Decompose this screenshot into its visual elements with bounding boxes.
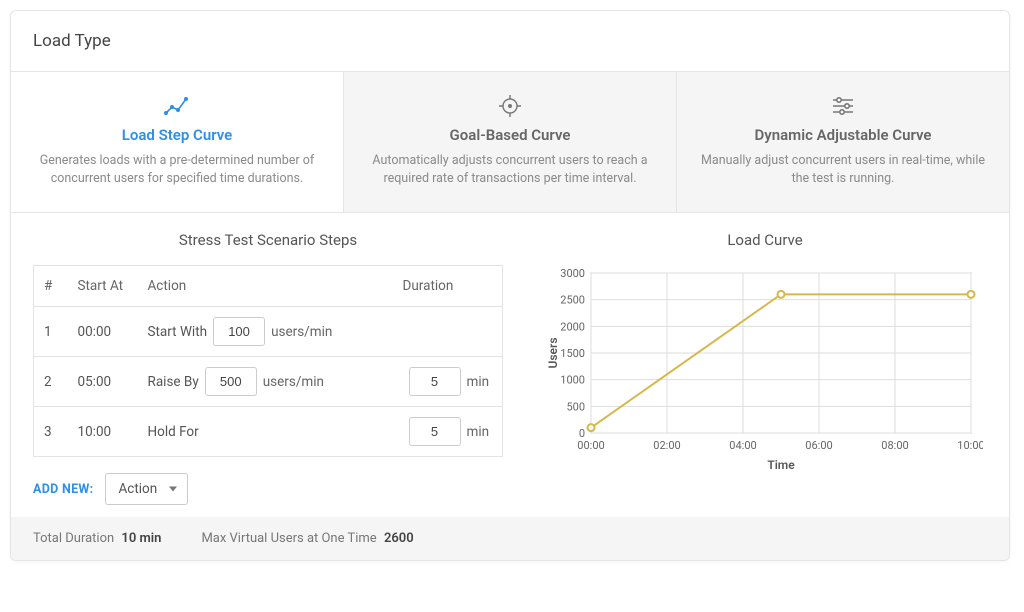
tab-dynamic[interactable]: Dynamic Adjustable Curve Manually adjust… xyxy=(677,72,1009,212)
cell-num: 1 xyxy=(34,307,68,357)
action-select-value: Action xyxy=(118,481,157,497)
steps-title: Stress Test Scenario Steps xyxy=(33,231,503,249)
chart-title: Load Curve xyxy=(543,231,987,249)
tab-title: Goal-Based Curve xyxy=(368,126,652,144)
cell-start-at: 00:00 xyxy=(68,307,138,357)
cell-start-at: 05:00 xyxy=(68,357,138,407)
tabs-row: Load Step Curve Generates loads with a p… xyxy=(11,72,1009,213)
tab-desc: Manually adjust concurrent users in real… xyxy=(701,152,985,188)
svg-text:1000: 1000 xyxy=(560,374,585,387)
add-new-row: ADD NEW: Action xyxy=(33,473,503,505)
svg-text:06:00: 06:00 xyxy=(805,439,832,452)
steps-table: # Start At Action Duration 100:00Start W… xyxy=(33,265,503,457)
goal-based-icon xyxy=(368,94,652,118)
table-row: 100:00 Start With users/min xyxy=(34,307,503,357)
load-curve-chart: 05001000150020002500300000:0002:0004:000… xyxy=(543,265,987,479)
tab-title: Dynamic Adjustable Curve xyxy=(701,126,985,144)
unit-label: users/min xyxy=(263,374,324,390)
action-label: Hold For xyxy=(148,424,199,440)
svg-text:2500: 2500 xyxy=(560,294,585,307)
max-virtual-users: Max Virtual Users at One Time 2600 xyxy=(201,531,417,546)
col-duration: Duration xyxy=(393,266,503,307)
chevron-down-icon xyxy=(169,487,177,492)
svg-text:00:00: 00:00 xyxy=(577,439,604,452)
col-start-at: Start At xyxy=(68,266,138,307)
footer-bar: Total Duration 10 min Max Virtual Users … xyxy=(11,517,1009,560)
content-row: Stress Test Scenario Steps # Start At Ac… xyxy=(11,213,1009,517)
cell-duration: min xyxy=(393,357,503,407)
col-num: # xyxy=(34,266,68,307)
cell-num: 2 xyxy=(34,357,68,407)
unit-label: users/min xyxy=(271,324,332,340)
cell-duration: min xyxy=(393,407,503,457)
max-users-value: 2600 xyxy=(380,531,418,546)
duration-unit-label: min xyxy=(467,374,490,390)
load-type-card: Load Type Load Step Curve Generates load… xyxy=(10,10,1010,561)
cell-action: Hold For xyxy=(138,407,393,457)
tab-desc: Generates loads with a pre-determined nu… xyxy=(35,152,319,188)
duration-input[interactable] xyxy=(409,417,461,446)
svg-text:08:00: 08:00 xyxy=(881,439,908,452)
svg-text:Users: Users xyxy=(546,338,560,369)
steps-column: Stress Test Scenario Steps # Start At Ac… xyxy=(33,231,503,505)
value-input[interactable] xyxy=(205,367,257,396)
value-input[interactable] xyxy=(213,317,265,346)
load-step-icon xyxy=(35,94,319,118)
tab-goal-based[interactable]: Goal-Based Curve Automatically adjusts c… xyxy=(344,72,677,212)
svg-text:2000: 2000 xyxy=(560,321,585,334)
svg-text:3000: 3000 xyxy=(560,267,585,280)
svg-text:1500: 1500 xyxy=(560,347,585,360)
duration-input[interactable] xyxy=(409,367,461,396)
chart-column: Load Curve 05001000150020002500300000:00… xyxy=(543,231,987,505)
duration-unit-label: min xyxy=(467,424,490,440)
total-duration: Total Duration 10 min xyxy=(33,531,165,546)
tab-load-step[interactable]: Load Step Curve Generates loads with a p… xyxy=(11,72,344,212)
svg-text:500: 500 xyxy=(566,401,585,414)
table-row: 205:00 Raise By users/min min xyxy=(34,357,503,407)
action-select[interactable]: Action xyxy=(105,473,188,505)
tab-title: Load Step Curve xyxy=(35,126,319,144)
action-label: Start With xyxy=(148,324,208,340)
max-users-label: Max Virtual Users at One Time xyxy=(201,531,376,546)
cell-num: 3 xyxy=(34,407,68,457)
cell-action: Start With users/min xyxy=(138,307,393,357)
page-title: Load Type xyxy=(11,11,1009,72)
tab-desc: Automatically adjusts concurrent users t… xyxy=(368,152,652,188)
add-new-label: ADD NEW: xyxy=(33,482,93,497)
total-duration-label: Total Duration xyxy=(33,531,114,546)
cell-duration xyxy=(393,307,503,357)
svg-text:02:00: 02:00 xyxy=(653,439,680,452)
svg-text:10:00: 10:00 xyxy=(957,439,983,452)
svg-text:Time: Time xyxy=(767,458,795,472)
table-row: 310:00 Hold For min xyxy=(34,407,503,457)
total-duration-value: 10 min xyxy=(117,531,165,546)
col-action: Action xyxy=(138,266,393,307)
svg-text:04:00: 04:00 xyxy=(729,439,756,452)
dynamic-icon xyxy=(701,94,985,118)
cell-action: Raise By users/min xyxy=(138,357,393,407)
action-label: Raise By xyxy=(148,374,199,390)
cell-start-at: 10:00 xyxy=(68,407,138,457)
